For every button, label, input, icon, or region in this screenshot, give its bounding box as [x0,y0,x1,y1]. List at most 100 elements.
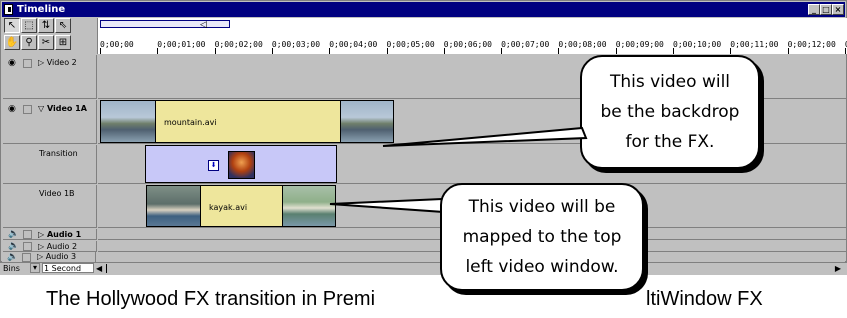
minimize-button[interactable]: _ [808,4,820,15]
lock-box[interactable] [23,59,32,68]
track-audio-1: 🔈 ▷ Audio 1 [3,229,846,240]
lock-box[interactable] [23,242,32,251]
selection-tool-icon[interactable]: ↖ [4,18,20,33]
track-audio-2: 🔈 ▷ Audio 2 [3,241,846,252]
track-label-text: Transition [39,149,78,158]
maximize-button[interactable]: □ [820,4,832,15]
ruler-timecode: 0;00;09;00 [615,40,664,49]
timescale-select[interactable]: 1 Second [42,263,94,273]
bottom-bar: Bins ▾ 1 Second ◀ ▶ [0,262,847,275]
clip-thumbnail-start [101,101,156,142]
track-label: ▷ Audio 3 [37,252,77,261]
clip-thumbnail-end [282,186,336,226]
clip-mountain[interactable]: mountain.avi [100,100,394,143]
ruler-timecode: 0;00;03;00 [271,40,321,49]
bins-button[interactable]: Bins [3,264,20,273]
lock-box[interactable] [23,230,32,239]
ruler-timecode: 0;00;06;00 [443,40,492,49]
toolbox: ↖ ⬚ ⇅ ⇖ ✋ ⚲ ✂ ⊞ [4,18,96,53]
track-select-tool-icon[interactable]: ⇅ [38,18,54,33]
scroll-right-arrow-icon[interactable]: ▶ [835,264,841,273]
callout-line: mapped to the top [462,227,622,247]
ruler-timecode: 0;00;02;00 [214,40,263,49]
work-area-end-marker[interactable]: ◁ [200,19,207,30]
range-select-tool-icon[interactable]: ⬚ [21,18,37,33]
scroll-left-arrow-icon[interactable]: ◀ [96,264,102,273]
timeline-app-icon [4,4,13,15]
speaker-icon[interactable]: 🔈 [8,230,19,239]
ruler-timecode: 0;00;04;00 [329,40,378,49]
track-label-text: Audio 3 [45,252,77,261]
callout-backdrop: This video will be the backdrop for the … [580,55,760,169]
speaker-icon[interactable]: 🔈 [7,253,18,262]
zoom-tool-icon[interactable]: ⚲ [21,35,37,50]
ruler-timecode: 0;00;08;00 [558,40,607,49]
track-label: ▽ Video 1A [38,104,87,113]
track-header-transition[interactable]: Transition [3,145,97,184]
callout-mapped: This video will be mapped to the top lef… [440,183,644,291]
ruler-tick [214,48,216,54]
track-label: ▷ Video 2 [38,58,77,67]
ruler-tick [271,48,273,54]
time-ruler[interactable]: ◁ 0;00;00 0;00;01;00 0;00;02;00 0;00;03;00 0… [97,18,847,54]
ruler-tick [615,48,617,54]
clip-thumbnail-start [147,186,201,226]
track-header-video-2[interactable]: ◉ ▷ Video 2 [3,55,97,99]
ruler-timecode: 0;00;01;00 [157,40,206,49]
track-label-text: Video 2 [46,58,77,67]
caption-start: The Hollywood FX transition in Premi [46,288,376,310]
callout-line: be the backdrop [600,102,740,122]
track-header-video-1b[interactable]: Video 1B [3,185,97,228]
direction-arrow-icon[interactable]: ⬇ [208,160,219,171]
close-button[interactable]: × [832,4,844,15]
title-bar[interactable]: Timeline _ □ × [2,2,845,17]
ruler-tick [844,48,846,54]
ruler-timecode: 0;00;00 [100,40,134,49]
lock-box[interactable] [23,105,32,114]
lock-box[interactable] [22,253,31,262]
track-video-1b: Video 1B kayak.avi [3,185,846,228]
caption-end: ltiWindow FX [646,288,763,310]
eye-icon[interactable]: ◉ [8,59,19,68]
callout-line: for the FX. [625,132,715,152]
speaker-icon[interactable]: 🔈 [8,242,19,251]
work-area-bar[interactable] [100,20,230,28]
track-header-audio-2[interactable]: 🔈 ▷ Audio 2 [3,241,97,252]
ruler-tick [329,48,331,54]
ruler-tick [673,48,674,54]
ruler-tick [157,48,159,54]
track-audio-3: 🔈 ▷ Audio 3 [2,252,845,262]
hollywood-fx-icon [228,151,255,179]
timescale-value: 1 Second [44,264,82,273]
track-header-video-1a[interactable]: ◉ ▽ Video 1A [3,100,97,144]
clip-name: mountain.avi [164,118,217,127]
track-header-audio-1[interactable]: 🔈 ▷ Audio 1 [3,229,97,240]
scroll-thumb[interactable] [106,264,107,273]
clip-thumbnail-end [340,101,394,142]
clip-name: kayak.avi [209,203,248,212]
ruler-tick [730,48,732,54]
track-header-audio-3[interactable]: 🔈 ▷ Audio 3 [2,252,96,262]
ruler-timecode: 0;00;07;00 [501,40,550,49]
window-title: Timeline [17,4,66,15]
ruler-timecode: 0;00;11;00 [730,40,779,49]
in-out-tool-icon[interactable]: ⊞ [55,35,71,50]
callout-line: This video will be [468,197,616,217]
track-label: ▷ Audio 2 [38,242,78,251]
ruler-timecode: 0;00;12;00 [787,40,836,49]
chevron-down-icon[interactable]: ▾ [30,263,40,273]
rolling-edit-tool-icon[interactable]: ⇖ [55,18,71,33]
clip-kayak[interactable]: kayak.avi [146,185,336,227]
ruler-tick [443,48,445,54]
ruler-timecode: 0;00;10;00 [673,40,722,49]
hand-tool-icon[interactable]: ✋ [4,35,20,50]
ruler-tick [558,48,560,54]
ruler-timecode: 0;00;05;00 [386,40,435,49]
hollywood-fx-transition[interactable]: ⬇ [145,145,337,183]
ruler-tick [501,48,503,54]
callout-line: left video window. [465,257,619,277]
track-label: ▷ Audio 1 [38,230,82,239]
eye-icon[interactable]: ◉ [8,105,19,114]
razor-tool-icon[interactable]: ✂ [38,35,54,50]
callout-line: This video will [609,72,731,92]
